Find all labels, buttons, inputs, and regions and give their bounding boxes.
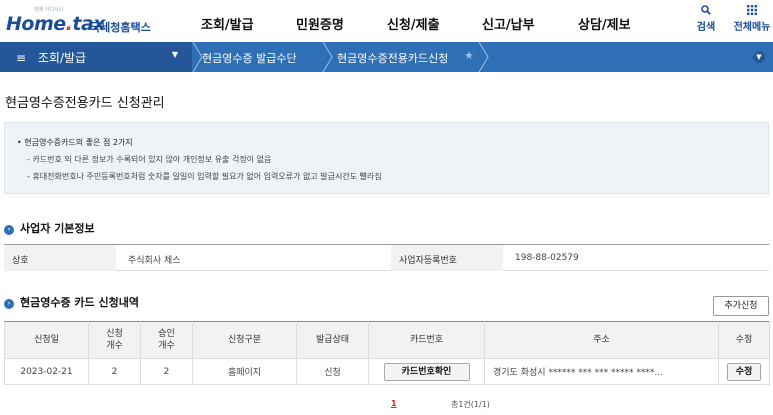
edit-button[interactable]: 수정 [727,362,761,381]
breadcrumb-separator-icon [322,42,333,72]
business-info-table: 상호 주식회사 체스 사업자등록번호 198-88-02579 [4,244,769,271]
gnb-item-payment[interactable]: 신고/납부 [482,14,535,33]
column-header-address: 주소 [484,321,719,359]
cell-type: 홈페이지 [192,358,297,385]
gnb-item-inquiry[interactable]: 조회/발급 [201,14,254,33]
column-header-card-number: 카드번호 [368,321,485,359]
cell-status: 신청 [296,358,369,385]
cell-req-count: 2 [88,358,141,385]
cell-edit: 수정 [718,358,770,385]
hometax-logo[interactable]: 언제 어디서나 Home.tax 국세청홈택스 [4,6,164,38]
apply-list-table: 신청일 신청 개수 승인 개수 신청구분 발급상태 카드번호 주소 수정 202… [4,321,770,385]
breadcrumb-item-receipt-method[interactable]: 현금영수증 발급수단 [202,50,297,66]
business-name-label: 상호 [4,245,116,271]
all-menu-label: 전체메뉴 [733,22,771,33]
table-row: 2023-02-21 2 2 홈페이지 신청 카드번호확인 경기도 화성시 **… [4,358,770,385]
info-title: • 현금영수증카드의 좋은 점 2가지 [17,138,133,147]
table-header-row: 신청일 신청 개수 승인 개수 신청구분 발급상태 카드번호 주소 수정 [4,321,770,359]
section-bullet-icon: › [4,225,14,235]
favorite-star-icon[interactable]: ★ [464,49,474,62]
page-number-current[interactable]: 1 [391,399,397,408]
section-bullet-icon: › [4,299,14,309]
column-header-type: 신청구분 [192,321,297,359]
nav-menu-dropdown[interactable]: ≡ 조회/발급 ▼ [0,42,192,72]
column-header-status: 발급상태 [296,321,369,359]
nav-menu-label: 조회/발급 [37,51,87,65]
location-bar: ≡ 조회/발급 ▼ 현금영수증 발급수단 현금영수증전용카드신청 ★ ▼ [0,42,773,72]
add-apply-button[interactable]: 추가신청 [713,296,769,316]
info-box: • 현금영수증카드의 좋은 점 2가지 - 카드번호 외 다른 정보가 수록되어… [4,122,769,194]
search-icon [688,4,724,18]
gnb-item-certificate[interactable]: 민원증명 [296,14,344,33]
breadcrumb-separator-icon [478,42,489,72]
logo-tagline: 언제 어디서나 [34,7,64,13]
column-header-req-count: 신청 개수 [88,321,141,359]
business-regno-value: 198-88-02579 [515,253,579,263]
breadcrumb-item-card-apply[interactable]: 현금영수증전용카드신청 [337,50,448,66]
cell-approved-count: 2 [140,358,193,385]
card-number-check-button[interactable]: 카드번호확인 [383,362,470,381]
gnb-item-application[interactable]: 신청/제출 [387,14,440,33]
cell-address: 경기도 화성시 ****** *** *** ***** ****... [484,358,719,385]
gnb-item-consult[interactable]: 상담/제보 [578,14,631,33]
business-regno-label: 사업자등록번호 [391,245,503,271]
cell-card-number: 카드번호확인 [368,358,485,385]
top-header: 언제 어디서나 Home.tax 국세청홈택스 조회/발급 민원증명 신청/제출… [0,0,773,42]
info-line-2: - 휴대전화번호나 주민등록번호처럼 숫자를 일일이 입력할 필요가 없어 입력… [27,172,382,181]
logo-korean: 국세청홈택스 [90,21,151,34]
column-header-approved-count: 승인 개수 [140,321,193,359]
column-header-edit: 수정 [718,321,770,359]
grid-menu-icon [732,4,772,18]
column-header-date: 신청일 [4,321,89,359]
cell-date: 2023-02-21 [4,358,89,385]
business-name-value: 주식회사 체스 [128,256,181,266]
page-total-count: 총1건(1/1) [451,400,490,409]
hamburger-icon: ≡ [16,51,27,65]
chevron-down-icon[interactable]: ▼ [753,51,765,63]
info-line-1: - 카드번호 외 다른 정보가 수록되어 있지 않아 개인정보 유출 걱정이 없… [27,155,272,164]
search-label: 검색 [696,22,716,33]
section-title-business: › 사업자 기본정보 [4,220,95,236]
dropdown-arrow-icon: ▼ [171,50,178,59]
search-button[interactable]: 검색 [688,4,724,33]
page-title: 현금영수증전용카드 신청관리 [5,96,165,111]
all-menu-button[interactable]: 전체메뉴 [732,4,772,33]
section-title-apply-list: › 현금영수증 카드 신청내역 [4,294,139,310]
